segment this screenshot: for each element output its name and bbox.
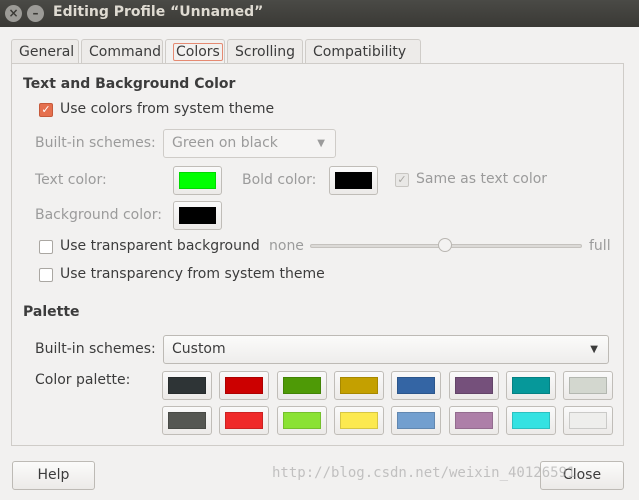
bold-color-swatch	[335, 172, 372, 189]
use-system-colors-label: Use colors from system theme	[60, 101, 275, 117]
close-window-icon[interactable]: ×	[5, 5, 22, 22]
minimize-window-icon[interactable]: –	[27, 5, 44, 22]
same-as-text-label: Same as text color	[416, 171, 548, 187]
background-color-swatch	[179, 207, 216, 224]
slider-min-label: none	[269, 238, 304, 254]
bold-color-button[interactable]	[329, 166, 378, 195]
tab-general[interactable]: General	[11, 39, 79, 64]
tab-label: Scrolling	[235, 44, 296, 60]
palette-color-swatch	[339, 377, 378, 394]
palette-builtin-label: Built-in schemes:	[35, 341, 156, 357]
palette-color-button[interactable]	[391, 371, 442, 400]
palette-color-button[interactable]	[563, 371, 614, 400]
palette-color-swatch	[168, 377, 206, 394]
tab-compatibility[interactable]: Compatibility	[305, 39, 421, 64]
text-bg-heading: Text and Background Color	[23, 76, 236, 92]
palette-color-swatch	[511, 377, 550, 394]
combo-value: Custom	[172, 341, 226, 357]
palette-color-swatch	[339, 412, 378, 429]
palette-color-button[interactable]	[448, 371, 499, 400]
tab-command[interactable]: Command	[81, 39, 163, 64]
chevron-down-icon: ▼	[317, 138, 325, 149]
watermark-text: http://blog.csdn.net/weixin_40126591	[272, 465, 576, 481]
transparency-system-label: Use transparency from system theme	[60, 266, 325, 282]
text-color-swatch	[179, 172, 216, 189]
palette-color-swatch	[569, 412, 608, 429]
window-title: Editing Profile “Unnamed”	[53, 4, 264, 20]
transparent-bg-label: Use transparent background	[60, 238, 260, 254]
bold-color-label: Bold color:	[242, 172, 317, 188]
transparent-bg-checkbox[interactable]	[39, 240, 53, 254]
background-color-button[interactable]	[173, 201, 222, 230]
palette-color-button[interactable]	[563, 406, 614, 435]
palette-color-swatch	[168, 412, 206, 429]
palette-color-button[interactable]	[162, 406, 212, 435]
builtin-schemes-combo[interactable]: Green on black ▼	[163, 129, 336, 158]
palette-builtin-combo[interactable]: Custom ▼	[163, 335, 609, 364]
palette-color-button[interactable]	[391, 406, 442, 435]
palette-color-button[interactable]	[505, 406, 556, 435]
background-color-label: Background color:	[35, 207, 162, 223]
help-button[interactable]: Help	[12, 461, 95, 490]
color-palette-label: Color palette:	[35, 372, 131, 388]
tab-colors[interactable]: Colors	[165, 39, 225, 65]
tab-label: Compatibility	[313, 44, 407, 60]
tab-label: Command	[89, 44, 161, 60]
palette-color-button[interactable]	[219, 406, 270, 435]
text-color-label: Text color:	[35, 172, 107, 188]
tab-label: Colors	[173, 43, 223, 61]
palette-color-button[interactable]	[276, 406, 327, 435]
builtin-schemes-label: Built-in schemes:	[35, 135, 156, 151]
chevron-down-icon: ▼	[590, 344, 598, 355]
tab-scrolling[interactable]: Scrolling	[227, 39, 303, 64]
title-bar: × – Editing Profile “Unnamed”	[0, 0, 639, 27]
transparency-system-checkbox[interactable]	[39, 268, 53, 282]
palette-color-swatch	[454, 412, 493, 429]
same-as-text-checkbox[interactable]: ✓	[395, 173, 409, 187]
use-system-colors-checkbox[interactable]: ✓	[39, 103, 53, 117]
palette-color-swatch	[397, 377, 436, 394]
palette-color-button[interactable]	[505, 371, 556, 400]
palette-color-swatch	[511, 412, 550, 429]
palette-color-button[interactable]	[219, 371, 270, 400]
tab-label: General	[19, 44, 75, 60]
palette-color-button[interactable]	[162, 371, 212, 400]
text-color-button[interactable]	[173, 166, 222, 195]
palette-color-swatch	[454, 377, 493, 394]
transparency-slider-handle[interactable]	[438, 238, 452, 252]
palette-color-swatch	[225, 377, 264, 394]
palette-heading: Palette	[23, 304, 80, 320]
palette-color-swatch	[282, 377, 321, 394]
palette-color-button[interactable]	[333, 406, 384, 435]
palette-color-button[interactable]	[276, 371, 327, 400]
combo-value: Green on black	[172, 135, 278, 151]
palette-color-swatch	[397, 412, 436, 429]
palette-color-button[interactable]	[333, 371, 384, 400]
palette-color-swatch	[282, 412, 321, 429]
palette-color-swatch	[225, 412, 264, 429]
palette-color-button[interactable]	[448, 406, 499, 435]
palette-color-swatch	[569, 377, 608, 394]
slider-max-label: full	[589, 238, 611, 254]
